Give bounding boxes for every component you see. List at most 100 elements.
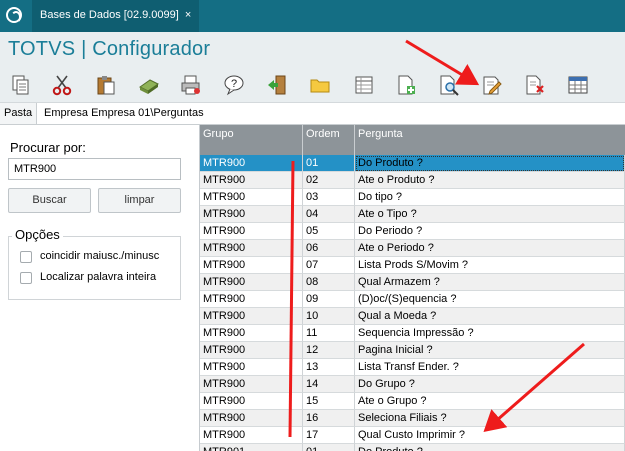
cell-grupo[interactable]: MTR900	[200, 257, 303, 274]
cell-grupo[interactable]: MTR900	[200, 155, 303, 172]
cell-pergunta[interactable]: Qual Custo Imprimir ?	[355, 427, 625, 444]
cell-ordem[interactable]: 16	[303, 410, 355, 427]
cell-ordem[interactable]: 15	[303, 393, 355, 410]
cell-pergunta[interactable]: Qual a Moeda ?	[355, 308, 625, 325]
search-label: Procurar por:	[10, 140, 86, 155]
table-row[interactable]: MTR900 06 Ate o Periodo ?	[200, 240, 625, 257]
cell-pergunta[interactable]: Ate o Produto ?	[355, 172, 625, 189]
cell-grupo[interactable]: MTR900	[200, 189, 303, 206]
close-icon[interactable]: ×	[185, 9, 191, 21]
cell-ordem[interactable]: 05	[303, 223, 355, 240]
cell-ordem[interactable]: 09	[303, 291, 355, 308]
cell-grupo[interactable]: MTR900	[200, 172, 303, 189]
cell-ordem[interactable]: 02	[303, 172, 355, 189]
tab-bases-de-dados[interactable]: Bases de Dados [02.9.0099] ×	[32, 0, 200, 34]
cell-grupo[interactable]: MTR900	[200, 240, 303, 257]
cell-pergunta[interactable]: Lista Prods S/Movim ?	[355, 257, 625, 274]
cell-pergunta[interactable]: Do Grupo ?	[355, 376, 625, 393]
table-row[interactable]: MTR900 13 Lista Transf Ender. ?	[200, 359, 625, 376]
cell-pergunta[interactable]: Do tipo ?	[355, 189, 625, 206]
table-row[interactable]: MTR900 04 Ate o Tipo ?	[200, 206, 625, 223]
cell-pergunta[interactable]: Sequencia Impressão ?	[355, 325, 625, 342]
column-header-pergunta[interactable]: Pergunta	[355, 125, 625, 155]
table-row[interactable]: MTR900 09 (D)oc/(S)equencia ?	[200, 291, 625, 308]
cell-pergunta[interactable]: Ate o Grupo ?	[355, 393, 625, 410]
column-header-grupo[interactable]: Grupo	[200, 125, 303, 155]
cell-pergunta[interactable]: Seleciona Filiais ?	[355, 410, 625, 427]
help-icon[interactable]: ?	[222, 73, 246, 97]
table-row[interactable]: MTR900 10 Qual a Moeda ?	[200, 308, 625, 325]
table-row[interactable]: MTR900 07 Lista Prods S/Movim ?	[200, 257, 625, 274]
table-row[interactable]: MTR900 08 Qual Armazem ?	[200, 274, 625, 291]
table-row[interactable]: MTR900 02 Ate o Produto ?	[200, 172, 625, 189]
cell-pergunta[interactable]: Ate o Periodo ?	[355, 240, 625, 257]
totvs-logo-icon[interactable]	[6, 7, 22, 23]
delete-record-icon[interactable]	[523, 73, 547, 97]
cell-pergunta[interactable]: (D)oc/(S)equencia ?	[355, 291, 625, 308]
cell-grupo[interactable]: MTR901	[200, 444, 303, 451]
table-row[interactable]: MTR900 11 Sequencia Impressão ?	[200, 325, 625, 342]
cell-grupo[interactable]: MTR900	[200, 325, 303, 342]
cell-ordem[interactable]: 11	[303, 325, 355, 342]
copy-icon[interactable]	[9, 73, 33, 97]
table-row[interactable]: MTR900 15 Ate o Grupo ?	[200, 393, 625, 410]
table-row[interactable]: MTR900 03 Do tipo ?	[200, 189, 625, 206]
cell-ordem[interactable]: 04	[303, 206, 355, 223]
cell-ordem[interactable]: 14	[303, 376, 355, 393]
table-row[interactable]: MTR900 05 Do Periodo ?	[200, 223, 625, 240]
buscar-button[interactable]: Buscar	[8, 188, 91, 213]
cell-grupo[interactable]: MTR900	[200, 223, 303, 240]
table-row[interactable]: MTR900 17 Qual Custo Imprimir ?	[200, 427, 625, 444]
whole-word-checkbox[interactable]	[20, 272, 32, 284]
cell-pergunta[interactable]: Do Periodo ?	[355, 223, 625, 240]
grid-view-icon[interactable]	[566, 73, 590, 97]
cell-ordem[interactable]: 17	[303, 427, 355, 444]
cell-grupo[interactable]: MTR900	[200, 376, 303, 393]
cut-icon[interactable]	[50, 73, 74, 97]
cell-ordem[interactable]: 07	[303, 257, 355, 274]
cell-pergunta[interactable]: Pagina Inicial ?	[355, 342, 625, 359]
folder-icon[interactable]	[308, 73, 332, 97]
cell-pergunta[interactable]: Do Produto ?	[355, 444, 625, 451]
limpar-button[interactable]: limpar	[98, 188, 181, 213]
cell-ordem[interactable]: 08	[303, 274, 355, 291]
cell-ordem[interactable]: 06	[303, 240, 355, 257]
exit-icon[interactable]	[265, 73, 289, 97]
table-view-icon[interactable]	[352, 73, 376, 97]
table-row[interactable]: MTR900 16 Seleciona Filiais ?	[200, 410, 625, 427]
cell-grupo[interactable]: MTR900	[200, 308, 303, 325]
cell-grupo[interactable]: MTR900	[200, 342, 303, 359]
cell-ordem[interactable]: 10	[303, 308, 355, 325]
cell-pergunta[interactable]: Qual Armazem ?	[355, 274, 625, 291]
match-case-checkbox[interactable]	[20, 251, 32, 263]
cell-pergunta[interactable]: Ate o Tipo ?	[355, 206, 625, 223]
table-row[interactable]: MTR90101Do Produto ?	[200, 444, 625, 451]
cell-ordem[interactable]: 03	[303, 189, 355, 206]
search-input[interactable]: MTR900	[8, 158, 181, 180]
pasta-tab[interactable]: Pasta	[0, 103, 38, 124]
column-header-ordem[interactable]: Ordem	[303, 125, 355, 155]
database-icon[interactable]	[137, 73, 161, 97]
cell-grupo[interactable]: MTR900	[200, 393, 303, 410]
cell-pergunta[interactable]: Do Produto ?	[355, 155, 625, 172]
print-icon[interactable]	[179, 73, 203, 97]
cell-ordem[interactable]: 12	[303, 342, 355, 359]
cell-ordem[interactable]: 13	[303, 359, 355, 376]
svg-text:?: ?	[231, 78, 237, 90]
cell-grupo[interactable]: MTR900	[200, 291, 303, 308]
edit-record-icon[interactable]	[480, 73, 504, 97]
table-row[interactable]: MTR900 14 Do Grupo ?	[200, 376, 625, 393]
add-record-icon[interactable]	[394, 73, 418, 97]
cell-grupo[interactable]: MTR900	[200, 206, 303, 223]
table-row[interactable]: MTR900 12 Pagina Inicial ?	[200, 342, 625, 359]
search-record-icon[interactable]	[437, 73, 461, 97]
cell-grupo[interactable]: MTR900	[200, 359, 303, 376]
cell-grupo[interactable]: MTR900	[200, 427, 303, 444]
cell-grupo[interactable]: MTR900	[200, 274, 303, 291]
cell-pergunta[interactable]: Lista Transf Ender. ?	[355, 359, 625, 376]
cell-ordem[interactable]: 01	[303, 155, 355, 172]
cell-grupo[interactable]: MTR900	[200, 410, 303, 427]
paste-icon[interactable]	[94, 73, 118, 97]
table-row[interactable]: MTR900 01 Do Produto ?	[200, 155, 625, 172]
cell-ordem[interactable]: 01	[303, 444, 355, 451]
